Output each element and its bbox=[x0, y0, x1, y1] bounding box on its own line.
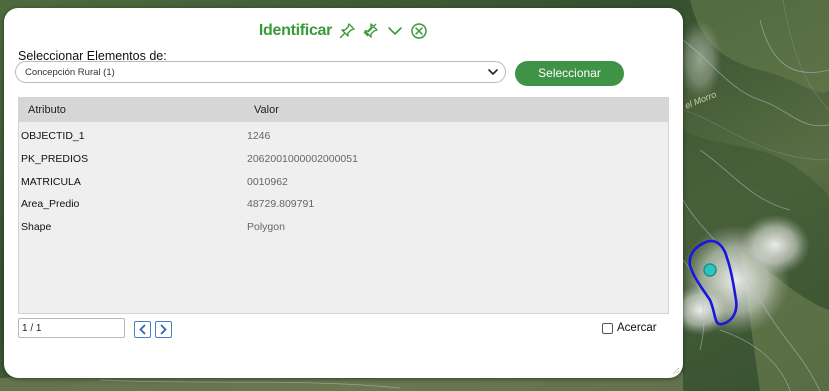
header-attribute: Atributo bbox=[28, 104, 66, 116]
cell-value: 2062001000002000051 bbox=[247, 153, 358, 165]
parcel-polygon bbox=[688, 239, 738, 326]
cell-attribute: Shape bbox=[21, 221, 52, 233]
table-row[interactable]: PK_PREDIOS 2062001000002000051 bbox=[19, 149, 668, 171]
unpin-icon[interactable] bbox=[362, 22, 380, 40]
cell-value: 0010962 bbox=[247, 176, 288, 188]
cell-attribute: OBJECTID_1 bbox=[21, 130, 85, 142]
chevron-down-icon[interactable] bbox=[386, 22, 404, 40]
prev-page-button[interactable] bbox=[134, 321, 151, 338]
table-header: Atributo Valor bbox=[19, 98, 668, 122]
close-circle-icon[interactable] bbox=[410, 22, 428, 40]
pin-icon[interactable] bbox=[338, 22, 356, 40]
chevron-down-icon bbox=[487, 66, 499, 78]
table-row[interactable]: Shape Polygon bbox=[19, 217, 668, 239]
zoom-label: Acercar bbox=[617, 322, 657, 334]
layer-dropdown-value: Concepción Rural (1) bbox=[25, 67, 115, 78]
next-page-button[interactable] bbox=[155, 321, 172, 338]
identify-panel: Identificar Seleccionar Elementos de: Co… bbox=[4, 8, 683, 378]
panel-title: Identificar bbox=[258, 22, 333, 39]
selection-marker bbox=[703, 263, 717, 277]
table-row[interactable]: Area_Predio 48729.809791 bbox=[19, 194, 668, 216]
chevron-right-icon bbox=[160, 324, 167, 335]
table-row[interactable]: MATRICULA 0010962 bbox=[19, 172, 668, 194]
cell-attribute: Area_Predio bbox=[21, 198, 80, 210]
page-input[interactable]: 1 / 1 bbox=[18, 318, 125, 338]
chevron-left-icon bbox=[139, 324, 146, 335]
layer-dropdown[interactable]: Concepción Rural (1) bbox=[15, 61, 506, 83]
cell-attribute: MATRICULA bbox=[21, 176, 81, 188]
attributes-table: Atributo Valor OBJECTID_1 1246 PK_PREDIO… bbox=[18, 97, 669, 314]
select-button[interactable]: Seleccionar bbox=[515, 61, 624, 86]
cell-attribute: PK_PREDIOS bbox=[21, 153, 89, 165]
header-value: Valor bbox=[254, 104, 279, 116]
cell-value: Polygon bbox=[247, 221, 285, 233]
cell-value: 1246 bbox=[247, 130, 271, 142]
panel-header: Identificar bbox=[4, 22, 683, 46]
zoom-checkbox[interactable] bbox=[602, 322, 613, 334]
table-row[interactable]: OBJECTID_1 1246 bbox=[19, 126, 668, 148]
zoom-option: Acercar bbox=[602, 322, 657, 334]
page-indicator: 1 / 1 bbox=[22, 323, 42, 334]
resize-handle-icon[interactable] bbox=[670, 365, 680, 375]
cell-value: 48729.809791 bbox=[247, 198, 315, 210]
